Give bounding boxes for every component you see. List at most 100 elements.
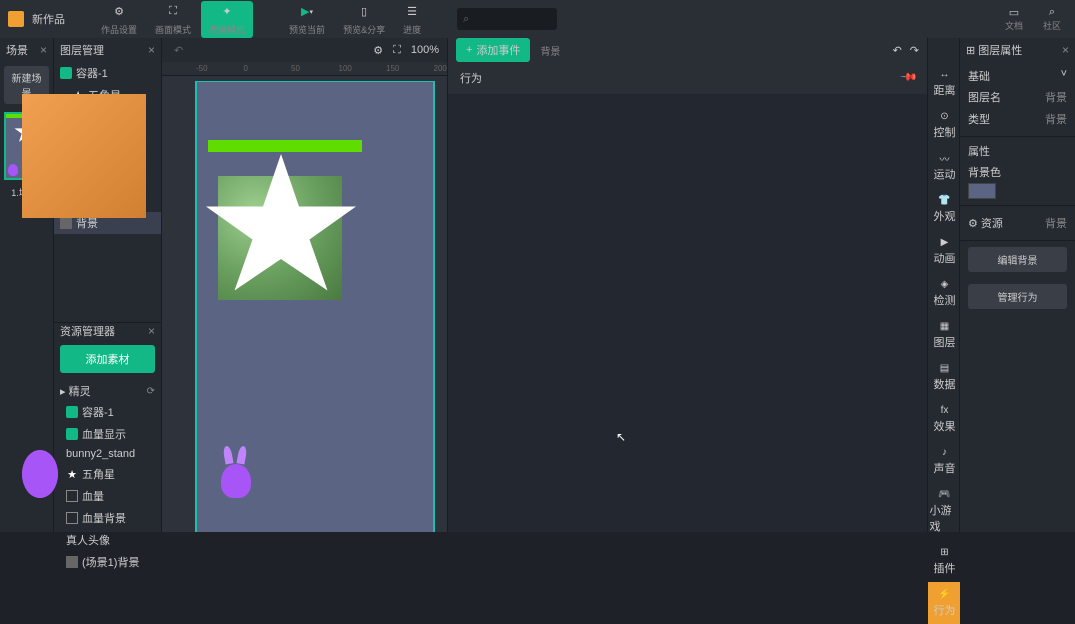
- add-material-button[interactable]: 添加素材: [60, 345, 155, 373]
- topbar: 新作品 ⚙ 作品设置 ⛶ 画面模式 ✦ 改编模式 ▶▾ 预览当前 ▯ 预览&分享…: [0, 0, 1075, 38]
- tab-icon: ⚡: [939, 588, 951, 600]
- search-icon: ⌕: [1049, 6, 1055, 19]
- undo-icon[interactable]: ↶: [174, 44, 183, 57]
- community-button[interactable]: ⌕ 社区: [1037, 4, 1067, 34]
- resource-item[interactable]: (场景1)背景: [60, 551, 155, 573]
- tab-icon: ▶: [939, 236, 951, 248]
- section-title[interactable]: 属性: [968, 143, 1067, 159]
- stage[interactable]: [196, 82, 434, 532]
- resource-item[interactable]: 血量: [60, 485, 155, 507]
- layer-item[interactable]: 容器-1: [54, 62, 161, 84]
- side-tab-效果[interactable]: fx效果: [928, 398, 960, 440]
- properties-panel: ⊞ 图层属性 × 基础 ˅ 图层名 背景 类型 背景 属性 背景色: [959, 38, 1075, 532]
- side-tab-检测[interactable]: ◈检测: [928, 272, 960, 314]
- side-tab-行为[interactable]: ⚡ 行为: [928, 582, 960, 624]
- preview-button[interactable]: ▶▾ 预览当前: [281, 1, 333, 38]
- resource-panel: 资源管理器 × 添加素材 ▸ 精灵 ⟳ 容器-1 血量显示 bunny2_stand…: [54, 322, 161, 532]
- filter-icon[interactable]: ⚙: [373, 44, 383, 57]
- main-area: 场景 × 新建场景 1.场景1 图层管理 × 容器-1★五角星真人头像血量显示血…: [0, 38, 1075, 532]
- close-icon[interactable]: ×: [148, 324, 155, 338]
- search-input[interactable]: ⌕: [457, 8, 557, 30]
- zoom-value[interactable]: 100%: [411, 44, 439, 56]
- prop-name-value[interactable]: 背景: [1045, 89, 1067, 105]
- side-tab-距离[interactable]: ↔距离: [928, 62, 960, 104]
- resource-item-label: 血量: [82, 488, 104, 504]
- guide-right: [433, 82, 434, 532]
- resource-item[interactable]: bunny2_stand: [60, 445, 155, 463]
- hp-bar-sprite[interactable]: [208, 140, 362, 152]
- resource-item[interactable]: ★五角星: [60, 463, 155, 485]
- side-tab-运动[interactable]: 〰运动: [928, 146, 960, 188]
- prop-row-type: 类型 背景: [968, 108, 1067, 130]
- events-body[interactable]: ↖: [448, 94, 927, 532]
- docs-button[interactable]: ▭ 文档: [999, 4, 1029, 34]
- top-toolbar-group-1: ⚙ 作品设置 ⛶ 画面模式 ✦ 改编模式: [93, 1, 253, 38]
- close-icon[interactable]: ×: [148, 43, 155, 57]
- side-tab-插件[interactable]: ⊞插件: [928, 540, 960, 582]
- undo-icon[interactable]: ↶: [893, 44, 902, 57]
- sprite-icon: ✦: [218, 3, 236, 21]
- layout-mode-button[interactable]: ⛶ 画面模式: [147, 1, 199, 38]
- resource-item[interactable]: 血量背景: [60, 507, 155, 529]
- tab-label: 外观: [934, 208, 956, 224]
- side-tab-小游戏[interactable]: 🎮小游戏: [928, 482, 960, 540]
- side-tab-动画[interactable]: ▶ 动画: [928, 230, 960, 272]
- side-tab-声音[interactable]: ♪声音: [928, 440, 960, 482]
- tab-icon: ⊙: [939, 110, 951, 122]
- bgcolor-swatch[interactable]: [968, 183, 996, 199]
- device-icon: ▯: [355, 3, 373, 21]
- side-tab-外观[interactable]: 👕 外观: [928, 188, 960, 230]
- manage-behavior-button[interactable]: 管理行为: [968, 284, 1067, 309]
- resource-panel-header: 资源管理器 ×: [54, 323, 161, 339]
- resource-item[interactable]: 容器-1: [60, 401, 155, 423]
- tab-label: 控制: [934, 124, 956, 140]
- refresh-icon[interactable]: ⟳: [147, 386, 155, 397]
- resource-item-label: 真人头像: [66, 532, 110, 548]
- tab-icon: ◈: [939, 278, 951, 290]
- section-title[interactable]: 基础 ˅: [968, 68, 1067, 84]
- side-tab-图层[interactable]: ▦图层: [928, 314, 960, 356]
- gear-icon: ⚙: [110, 3, 128, 21]
- redo-icon[interactable]: ↷: [910, 44, 919, 57]
- scenes-panel-header: 场景 ×: [0, 38, 53, 62]
- side-tab-控制[interactable]: ⊙ 控制: [928, 104, 960, 146]
- chevron-down-icon: ˅: [1061, 68, 1067, 84]
- pin-icon[interactable]: 📌: [898, 67, 919, 88]
- edit-mode-button[interactable]: ✦ 改编模式: [201, 1, 253, 38]
- edit-bg-button[interactable]: 编辑背景: [968, 247, 1067, 272]
- bunny-sprite[interactable]: [218, 450, 254, 498]
- behavior-tab[interactable]: 行为 📌: [448, 62, 927, 94]
- tab-icon: fx: [939, 404, 951, 416]
- list-icon: ☰: [403, 3, 421, 21]
- tab-label: 行为: [934, 602, 956, 618]
- layers-panel: 图层管理 × 容器-1★五角星真人头像血量显示血量血量背景bunny2_stan…: [54, 38, 162, 532]
- tab-icon: 👕: [939, 194, 951, 206]
- close-icon[interactable]: ×: [40, 43, 47, 57]
- prop-row-bgcolor: 背景色: [968, 161, 1067, 183]
- resource-item-label: (场景1)背景: [82, 554, 139, 570]
- resources-list: 容器-1 血量显示 bunny2_stand★五角星血量血量背景真人头像 (场景1)背…: [60, 401, 155, 573]
- thumb-bunny: [8, 164, 18, 176]
- settings-button[interactable]: ⚙ 作品设置: [93, 1, 145, 38]
- resource-section-title: ▸ 精灵 ⟳: [60, 383, 155, 399]
- resource-item[interactable]: 血量显示: [60, 423, 155, 445]
- resource-item-label: 血量显示: [82, 426, 126, 442]
- add-event-button[interactable]: + 添加事件: [456, 38, 530, 62]
- progress-button[interactable]: ☰ 进度: [395, 1, 429, 38]
- resource-item-label: 血量背景: [82, 510, 126, 526]
- tab-icon: 〰: [939, 152, 951, 164]
- canvas-area: ↶ ⚙ ⛶ 100% -5005010015020025030035040045…: [162, 38, 447, 532]
- bg-link[interactable]: 背景: [540, 43, 560, 58]
- close-icon[interactable]: ×: [1062, 43, 1069, 57]
- fit-icon[interactable]: ⛶: [393, 44, 401, 57]
- thumb-hpbar: [6, 114, 22, 118]
- preview-share-button[interactable]: ▯ 预览&分享: [335, 1, 393, 38]
- expand-icon: ⛶: [164, 3, 182, 21]
- stage-wrap[interactable]: [162, 76, 447, 532]
- tab-label: 距离: [934, 82, 956, 98]
- resource-item[interactable]: 真人头像: [60, 529, 155, 551]
- layer-item-label: 容器-1: [76, 65, 108, 81]
- side-tab-数据[interactable]: ▤数据: [928, 356, 960, 398]
- app-logo-icon: [8, 11, 24, 27]
- tab-label: 动画: [934, 250, 956, 266]
